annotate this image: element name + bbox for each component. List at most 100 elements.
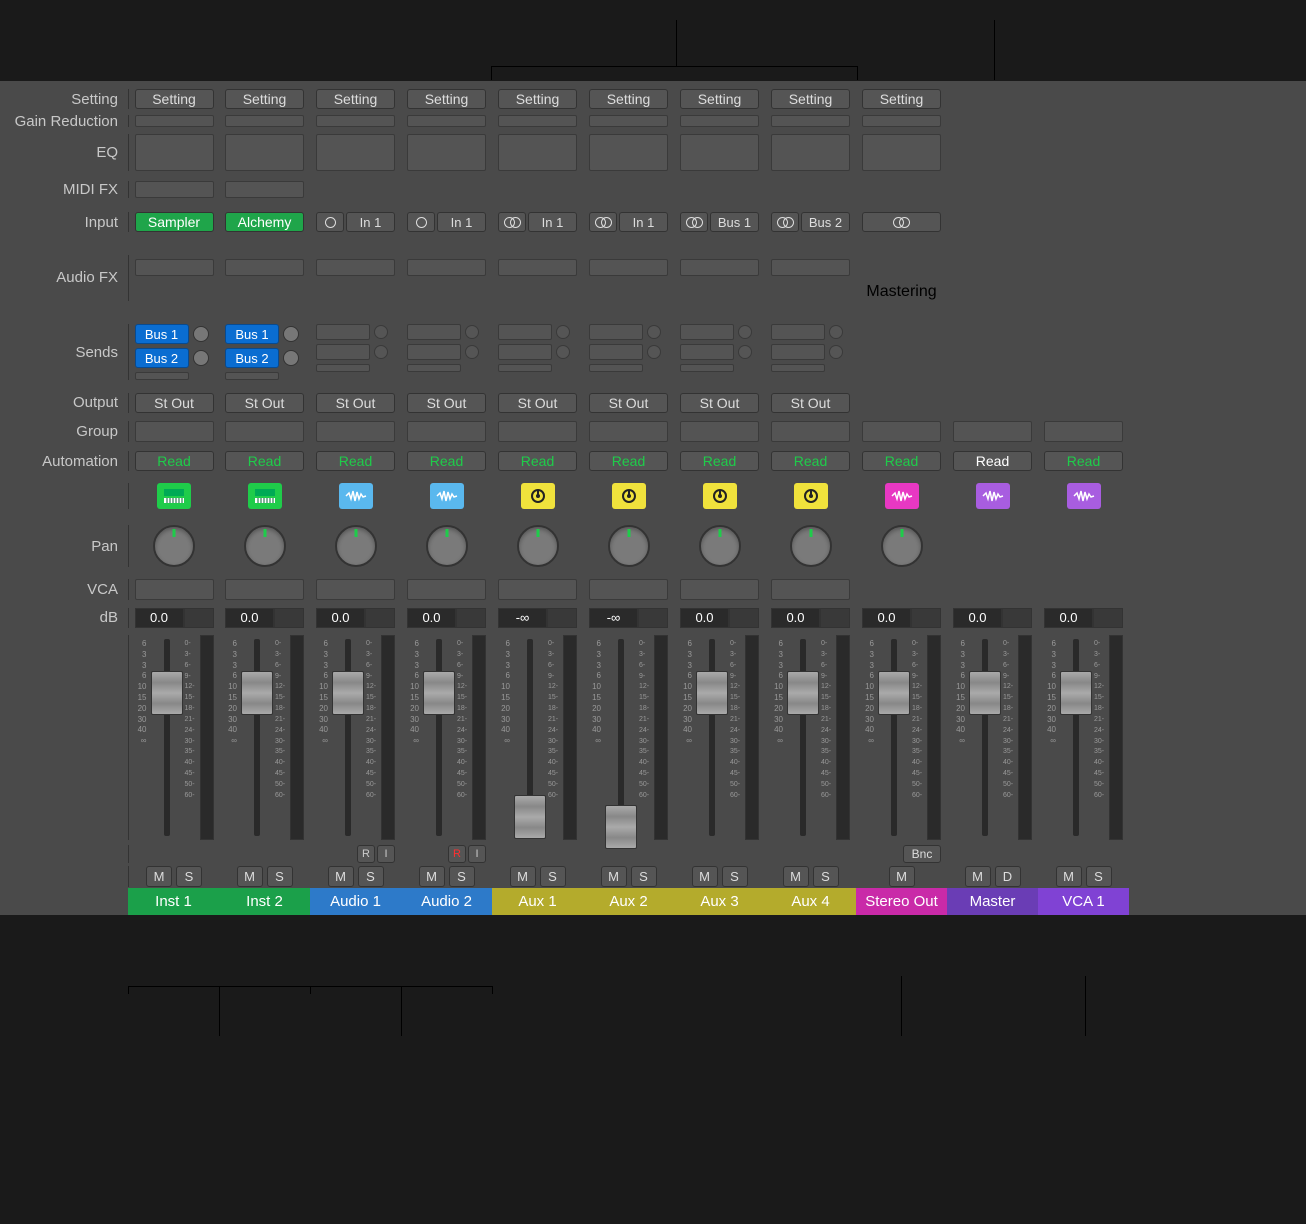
mute-button[interactable]: M <box>889 866 915 887</box>
automation-mode[interactable]: Read <box>407 451 486 471</box>
vca-slot[interactable] <box>498 579 577 600</box>
pan-knob[interactable] <box>790 525 832 567</box>
solo-button[interactable]: S <box>813 866 839 887</box>
setting-button[interactable]: Setting <box>407 89 486 109</box>
db-value[interactable]: -∞ <box>589 608 638 628</box>
automation-mode[interactable]: Read <box>225 451 304 471</box>
track-type-icon[interactable] <box>157 483 191 509</box>
pan-knob[interactable] <box>699 525 741 567</box>
bounce-button[interactable]: Bnc <box>903 845 941 863</box>
audio-fx-slot[interactable] <box>135 259 214 276</box>
send-slot-empty[interactable] <box>680 344 752 360</box>
db-value[interactable]: 0.0 <box>1044 608 1093 628</box>
volume-fader[interactable] <box>787 671 819 715</box>
output-selector[interactable]: St Out <box>407 393 486 413</box>
audio-fx-slot[interactable] <box>316 259 395 276</box>
track-name[interactable]: Aux 2 <box>583 888 674 915</box>
track-type-icon[interactable] <box>1067 483 1101 509</box>
vca-slot[interactable] <box>771 579 850 600</box>
vca-slot[interactable] <box>225 579 304 600</box>
track-type-icon[interactable] <box>885 483 919 509</box>
input-monitor-button[interactable]: I <box>468 845 486 863</box>
track-type-icon[interactable] <box>976 483 1010 509</box>
automation-mode[interactable]: Read <box>1044 451 1123 471</box>
instrument-input[interactable]: Sampler <box>135 212 214 232</box>
solo-button[interactable]: S <box>1086 866 1112 887</box>
audio-fx-slot[interactable] <box>589 259 668 276</box>
pan-knob[interactable] <box>335 525 377 567</box>
vca-slot[interactable] <box>407 579 486 600</box>
eq-slot[interactable] <box>771 134 850 171</box>
solo-button[interactable]: S <box>358 866 384 887</box>
volume-fader[interactable] <box>241 671 273 715</box>
audio-fx-slot[interactable] <box>407 259 486 276</box>
group-slot[interactable] <box>771 421 850 442</box>
volume-fader[interactable] <box>969 671 1001 715</box>
pan-knob[interactable] <box>244 525 286 567</box>
mute-button[interactable]: M <box>783 866 809 887</box>
input-selector[interactable]: In 1 <box>407 212 486 232</box>
send-slot[interactable]: Bus 2 <box>135 348 189 368</box>
track-type-icon[interactable] <box>703 483 737 509</box>
mute-button[interactable]: M <box>601 866 627 887</box>
track-name[interactable]: Aux 3 <box>674 888 765 915</box>
track-name[interactable]: VCA 1 <box>1038 888 1129 915</box>
track-type-icon[interactable] <box>339 483 373 509</box>
volume-fader[interactable] <box>696 671 728 715</box>
mute-button[interactable]: M <box>510 866 536 887</box>
group-slot[interactable] <box>862 421 941 442</box>
db-value[interactable]: -∞ <box>498 608 547 628</box>
track-name[interactable]: Aux 4 <box>765 888 856 915</box>
automation-mode[interactable]: Read <box>589 451 668 471</box>
automation-mode[interactable]: Read <box>135 451 214 471</box>
send-level-knob[interactable] <box>193 326 209 342</box>
group-slot[interactable] <box>589 421 668 442</box>
vca-slot[interactable] <box>316 579 395 600</box>
send-slot[interactable]: Bus 2 <box>225 348 279 368</box>
eq-slot[interactable] <box>589 134 668 171</box>
setting-button[interactable]: Setting <box>498 89 577 109</box>
audio-fx-slot[interactable] <box>498 259 577 276</box>
track-name[interactable]: Inst 1 <box>128 888 219 915</box>
pan-knob[interactable] <box>608 525 650 567</box>
send-slot-empty[interactable] <box>680 324 752 340</box>
mute-button[interactable]: M <box>965 866 991 887</box>
volume-fader[interactable] <box>151 671 183 715</box>
db-value[interactable]: 0.0 <box>135 608 184 628</box>
send-slot-empty[interactable] <box>316 324 388 340</box>
group-slot[interactable] <box>498 421 577 442</box>
db-value[interactable]: 0.0 <box>953 608 1002 628</box>
eq-slot[interactable] <box>407 134 486 171</box>
input-monitor-button[interactable]: I <box>377 845 395 863</box>
eq-slot[interactable] <box>498 134 577 171</box>
send-slot-empty[interactable] <box>498 324 570 340</box>
group-slot[interactable] <box>407 421 486 442</box>
pan-knob[interactable] <box>517 525 559 567</box>
output-selector[interactable]: St Out <box>589 393 668 413</box>
setting-button[interactable]: Setting <box>589 89 668 109</box>
input-selector[interactable]: Bus 1 <box>680 212 759 232</box>
send-slot-empty[interactable] <box>407 344 479 360</box>
midi-fx-slot[interactable] <box>225 181 304 198</box>
record-enable-button[interactable]: R <box>448 845 466 863</box>
automation-mode[interactable]: Read <box>953 451 1032 471</box>
send-slot-empty[interactable] <box>589 324 661 340</box>
send-slot-empty[interactable] <box>589 344 661 360</box>
setting-button[interactable]: Setting <box>225 89 304 109</box>
automation-mode[interactable]: Read <box>771 451 850 471</box>
track-name[interactable]: Audio 2 <box>401 888 492 915</box>
solo-button[interactable]: S <box>176 866 202 887</box>
dim-button[interactable]: D <box>995 866 1021 887</box>
automation-mode[interactable]: Read <box>680 451 759 471</box>
output-selector[interactable]: St Out <box>771 393 850 413</box>
audio-fx-slot[interactable] <box>771 259 850 276</box>
db-value[interactable]: 0.0 <box>225 608 274 628</box>
volume-fader[interactable] <box>605 805 637 849</box>
group-slot[interactable] <box>953 421 1032 442</box>
volume-fader[interactable] <box>514 795 546 839</box>
volume-fader[interactable] <box>332 671 364 715</box>
input-selector[interactable]: In 1 <box>498 212 577 232</box>
eq-slot[interactable] <box>135 134 214 171</box>
track-name[interactable]: Audio 1 <box>310 888 401 915</box>
eq-slot[interactable] <box>680 134 759 171</box>
